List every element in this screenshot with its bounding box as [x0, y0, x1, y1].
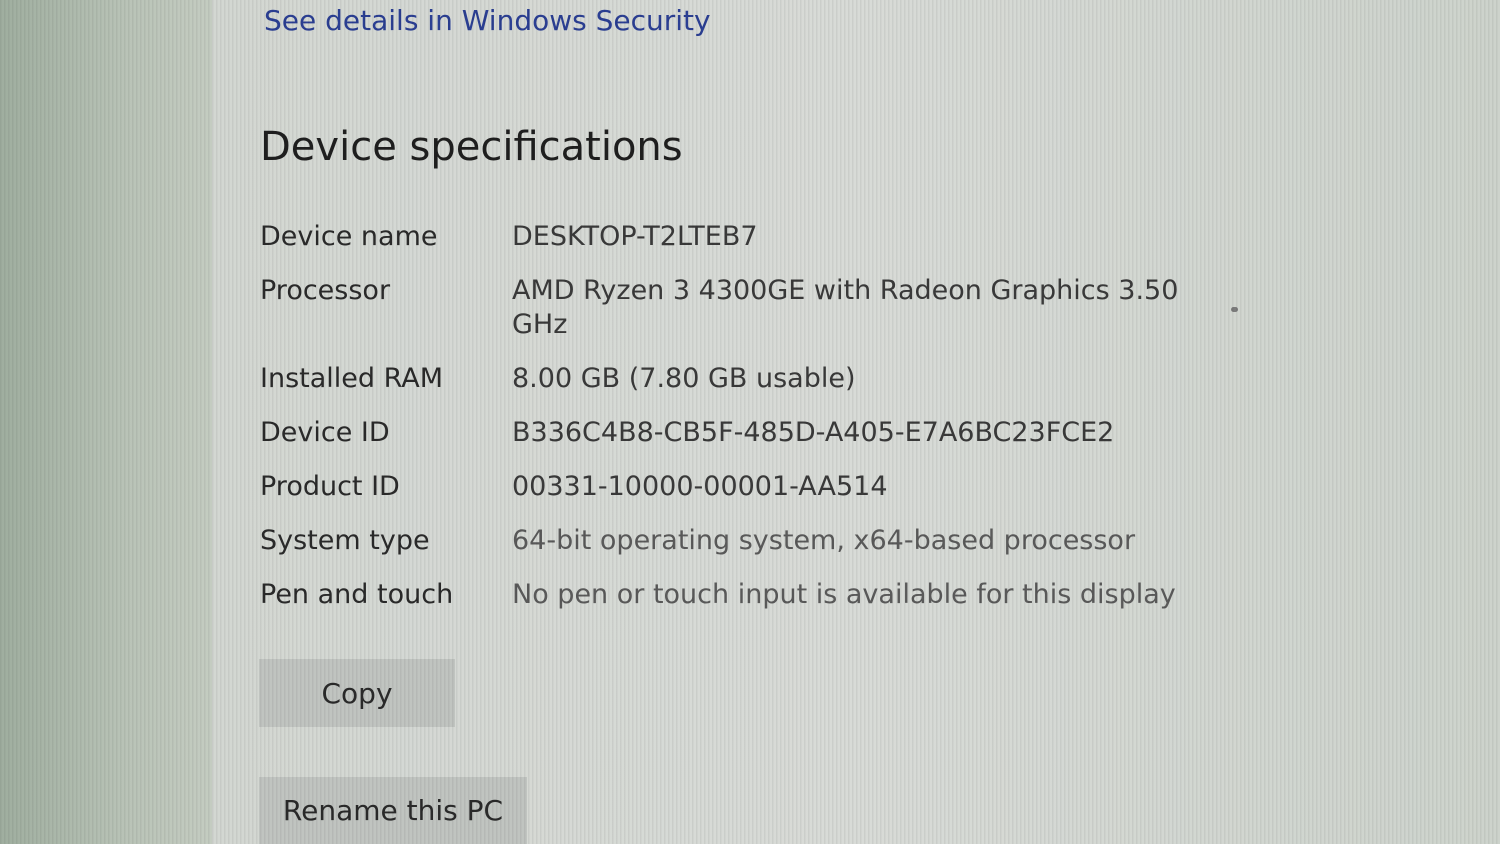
- spec-row-device-id: Device ID B336C4B8-CB5F-485D-A405-E7A6BC…: [260, 416, 1220, 450]
- device-specs-list: Device name DESKTOP-T2LTEB7 Processor AM…: [260, 220, 1220, 632]
- spec-label: System type: [260, 525, 430, 556]
- spec-value: 8.00 GB (7.80 GB usable): [512, 363, 856, 394]
- spec-label: Device name: [260, 221, 438, 252]
- spec-value: 00331-10000-00001-AA514: [512, 471, 888, 502]
- spec-value: B336C4B8-CB5F-485D-A405-E7A6BC23FCE2: [512, 417, 1115, 448]
- spec-label: Product ID: [260, 471, 400, 502]
- spec-row-device-name: Device name DESKTOP-T2LTEB7: [260, 220, 1220, 254]
- spec-row-installed-ram: Installed RAM 8.00 GB (7.80 GB usable): [260, 362, 1220, 396]
- spec-label: Device ID: [260, 417, 390, 448]
- spec-row-product-id: Product ID 00331-10000-00001-AA514: [260, 470, 1220, 504]
- copy-button[interactable]: Copy: [259, 659, 455, 727]
- spec-value: No pen or touch input is available for t…: [512, 579, 1176, 610]
- rename-pc-button[interactable]: Rename this PC: [259, 777, 527, 844]
- spec-row-pen-and-touch: Pen and touch No pen or touch input is a…: [260, 578, 1220, 612]
- spec-row-system-type: System type 64-bit operating system, x64…: [260, 524, 1220, 558]
- spec-label: Installed RAM: [260, 363, 444, 394]
- spec-value: AMD Ryzen 3 4300GE with Radeon Graphics …: [512, 275, 1179, 340]
- scroll-indicator-dot: [1231, 307, 1238, 312]
- spec-label: Pen and touch: [260, 579, 454, 610]
- windows-security-link[interactable]: See details in Windows Security: [264, 4, 711, 37]
- spec-row-processor: Processor AMD Ryzen 3 4300GE with Radeon…: [260, 274, 1220, 342]
- spec-value: DESKTOP-T2LTEB7: [512, 221, 758, 252]
- spec-label: Processor: [260, 275, 391, 306]
- spec-value: 64-bit operating system, x64-based proce…: [512, 525, 1136, 556]
- navigation-pane: [0, 0, 212, 844]
- device-specifications-heading: Device specifications: [260, 124, 683, 170]
